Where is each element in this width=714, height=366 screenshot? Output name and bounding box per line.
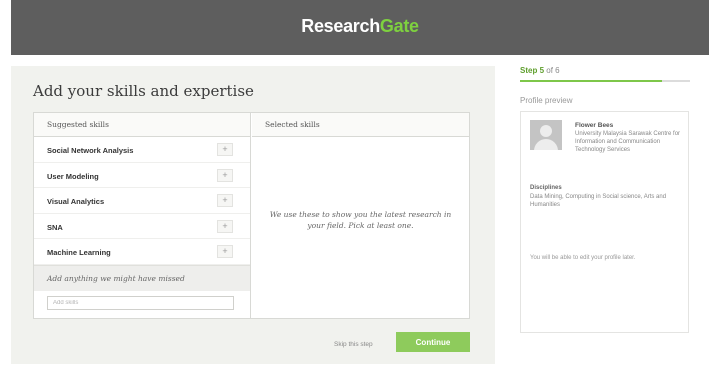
add-skill-button[interactable]: + — [217, 194, 233, 207]
profile-name: Flower Bees — [575, 122, 614, 129]
suggested-skill-row[interactable]: SNA + — [34, 214, 250, 239]
missed-skills-label: Add anything we might have missed — [34, 264, 250, 291]
top-bar: ResearchGate — [11, 0, 709, 55]
step-total: of 6 — [546, 66, 560, 75]
progress-bar — [520, 80, 690, 82]
skills-table: Suggested skills Social Network Analysis… — [33, 112, 470, 319]
suggested-skill-row[interactable]: Machine Learning + — [34, 239, 250, 265]
suggested-skill-row[interactable]: User Modeling + — [34, 163, 250, 188]
avatar-shoulders — [534, 139, 558, 150]
selected-skills-heading: Selected skills — [252, 113, 469, 137]
logo-research-text: Research — [301, 16, 380, 36]
plus-icon: + — [222, 169, 228, 180]
disciplines-label: Disciplines — [530, 185, 562, 191]
avatar-head — [540, 125, 552, 137]
plus-icon: + — [222, 246, 228, 256]
skill-label: SNA — [47, 222, 63, 232]
selected-skills-hint: We use these to show you the latest rese… — [269, 210, 452, 230]
add-skill-button[interactable]: + — [217, 245, 233, 258]
step-indicator: Step 5 of 6 — [520, 66, 560, 75]
skills-panel: Add your skills and expertise Suggested … — [11, 66, 495, 364]
add-skill-button[interactable]: + — [217, 168, 233, 182]
skill-label: Visual Analytics — [47, 197, 105, 206]
suggested-skill-row[interactable]: Social Network Analysis + — [34, 137, 250, 163]
step-prefix: Step — [520, 66, 538, 75]
continue-button[interactable]: Continue — [396, 332, 470, 352]
skill-label: Social Network Analysis — [47, 146, 134, 155]
disciplines-text: Data Mining, Computing in Social science… — [530, 194, 667, 208]
add-skill-button[interactable]: + — [217, 143, 233, 156]
profile-sidebar: Step 5 of 6 Profile preview Flower Bees … — [520, 66, 690, 362]
logo-gate-text: Gate — [379, 16, 419, 36]
step-current: 5 — [539, 66, 545, 75]
plus-icon: + — [222, 195, 228, 205]
researchgate-logo[interactable]: ResearchGate — [11, 16, 709, 37]
suggested-skill-row[interactable]: Visual Analytics + — [34, 188, 250, 214]
suggested-skills-heading: Suggested skills — [34, 113, 250, 137]
user-silhouette-icon — [530, 120, 562, 150]
add-skills-input[interactable] — [47, 296, 234, 310]
progress-fill — [520, 80, 662, 82]
add-skill-button[interactable]: + — [217, 219, 233, 233]
suggested-skills-column: Suggested skills Social Network Analysis… — [34, 113, 251, 318]
selected-skills-column: Selected skills We use these to show you… — [252, 113, 469, 318]
profile-affiliation: University Malaysia Sarawak Centre for I… — [575, 131, 681, 153]
profile-preview-title: Profile preview — [520, 96, 573, 105]
skill-label: User Modeling — [47, 171, 99, 181]
edit-profile-note: You will be able to edit your profile la… — [530, 255, 636, 261]
profile-preview-card: Flower Bees University Malaysia Sarawak … — [520, 111, 689, 333]
page-title: Add your skills and expertise — [33, 82, 254, 100]
plus-icon: + — [222, 144, 228, 154]
skip-step-link[interactable]: Skip this step — [334, 341, 373, 348]
plus-icon: + — [222, 220, 228, 231]
skill-label: Machine Learning — [47, 248, 111, 257]
